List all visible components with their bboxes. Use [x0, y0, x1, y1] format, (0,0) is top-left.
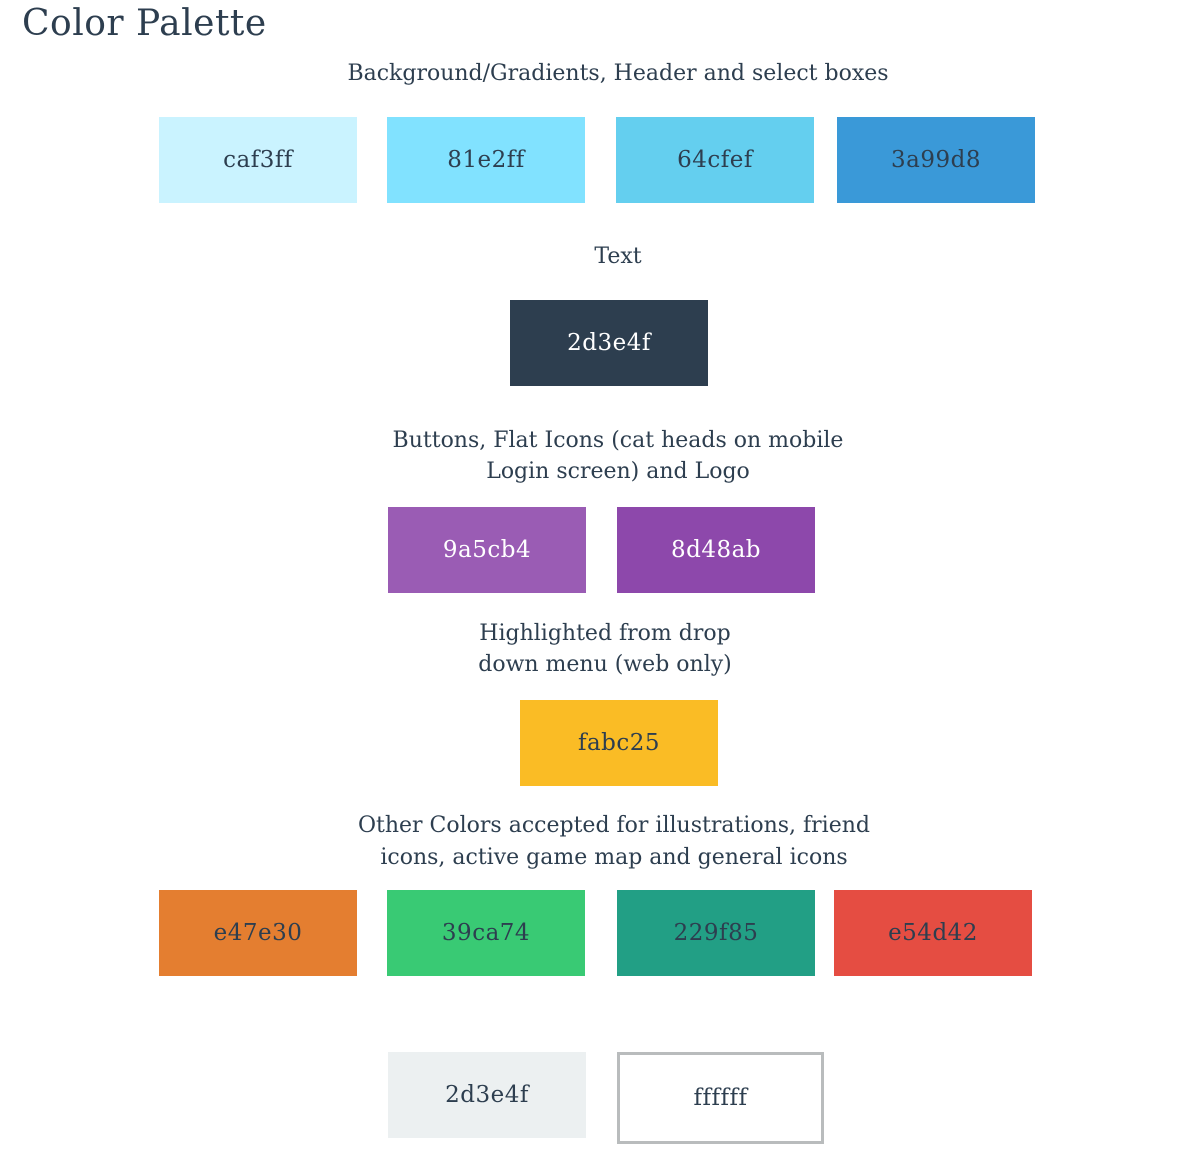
- swatch-label: 8d48ab: [670, 537, 762, 563]
- section-label-highlighted-line-2: down menu (web only): [478, 652, 732, 677]
- swatch-label: e54d42: [888, 920, 978, 946]
- swatch-3a99d8: 3a99d8: [837, 117, 1035, 203]
- swatch-label: 64cfef: [677, 147, 753, 173]
- swatch-label: ffffff: [693, 1085, 748, 1111]
- section-label-background: Background/Gradients, Header and select …: [347, 61, 889, 86]
- swatch-label: fabc25: [577, 730, 661, 756]
- swatch-label: 39ca74: [441, 920, 531, 946]
- swatch-64cfef: 64cfef: [616, 117, 814, 203]
- swatch-label: 81e2ff: [447, 147, 525, 173]
- swatch-2d3e4f: 2d3e4f: [510, 300, 708, 386]
- swatch-e54d42: e54d42: [834, 890, 1032, 976]
- swatch-81e2ff: 81e2ff: [387, 117, 585, 203]
- section-label-other-line-1: Other Colors accepted for illustrations,…: [357, 813, 870, 838]
- section-label-text: Text: [594, 244, 642, 269]
- page-title: Color Palette: [22, 3, 267, 44]
- swatch-label: 9a5cb4: [442, 537, 532, 563]
- section-label-buttons-line-2: Login screen) and Logo: [486, 459, 750, 484]
- swatch-label: caf3ff: [223, 147, 293, 173]
- section-label-other-line-2: icons, active game map and general icons: [380, 845, 848, 870]
- swatch-e47e30: e47e30: [159, 890, 357, 976]
- swatch-light-gray: 2d3e4f: [388, 1052, 586, 1138]
- swatch-label: e47e30: [213, 920, 303, 946]
- swatch-9a5cb4: 9a5cb4: [388, 507, 586, 593]
- swatch-ffffff: ffffff: [617, 1052, 824, 1144]
- swatch-229f85: 229f85: [617, 890, 815, 976]
- swatch-label: 2d3e4f: [445, 1082, 529, 1108]
- swatch-39ca74: 39ca74: [387, 890, 585, 976]
- swatch-label: 229f85: [673, 920, 759, 946]
- swatch-fabc25: fabc25: [520, 700, 718, 786]
- swatch-label: 2d3e4f: [567, 330, 651, 356]
- swatch-8d48ab: 8d48ab: [617, 507, 815, 593]
- swatch-label: 3a99d8: [891, 147, 981, 173]
- swatch-caf3ff: caf3ff: [159, 117, 357, 203]
- section-label-highlighted-line-1: Highlighted from drop: [479, 621, 731, 646]
- section-label-buttons-line-1: Buttons, Flat Icons (cat heads on mobile: [392, 428, 844, 453]
